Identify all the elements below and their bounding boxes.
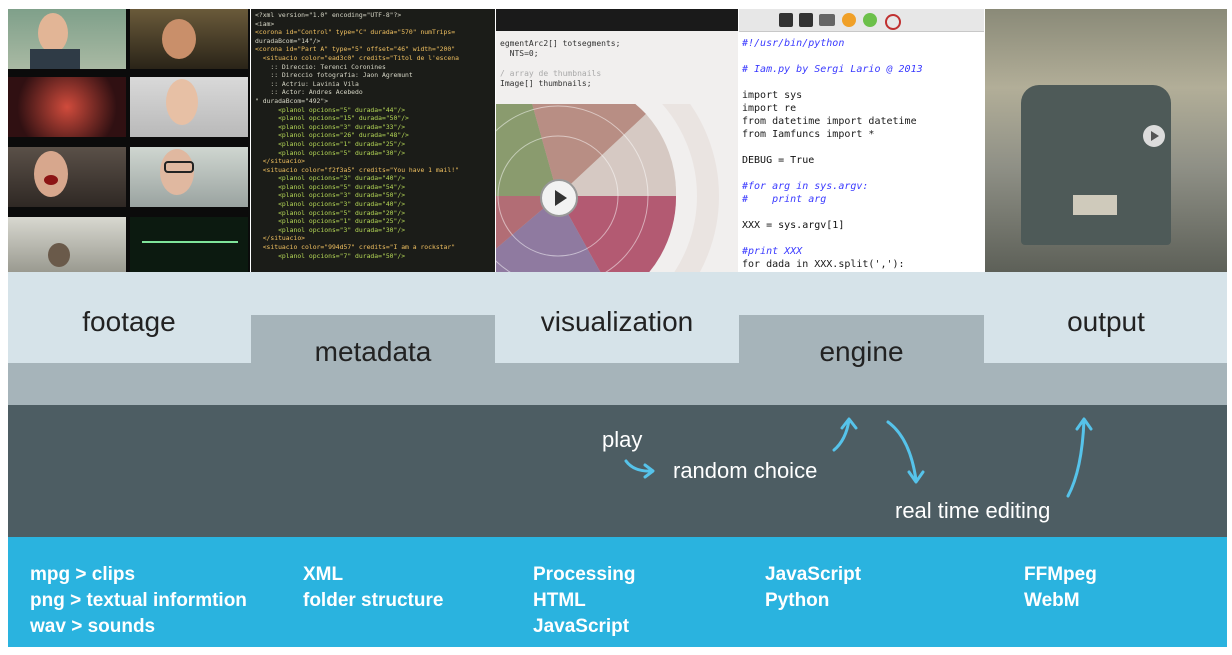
tech-visualization: Processing HTML JavaScript — [533, 562, 635, 640]
tech-item: wav > sounds — [30, 616, 156, 637]
tech-item: FFMpeg — [1024, 564, 1097, 585]
tech-item: HTML — [533, 590, 586, 611]
tech-item: Python — [765, 590, 830, 611]
tech-item: png > textual informtion — [30, 590, 247, 611]
arrow-icon — [832, 418, 851, 452]
tech-item: JavaScript — [533, 616, 630, 637]
tech-engine: JavaScript Python — [765, 562, 861, 614]
tech-item: JavaScript — [765, 564, 862, 585]
tech-item: XML — [303, 564, 344, 585]
flow-arrows — [624, 417, 1093, 498]
tech-item: WebM — [1024, 590, 1080, 611]
arrow-icon — [886, 420, 918, 482]
tech-footage: mpg > clips png > textual informtion wav… — [30, 562, 247, 640]
tech-metadata: XML folder structure — [303, 562, 443, 614]
tech-item: folder structure — [303, 590, 444, 611]
tech-item: Processing — [533, 564, 636, 585]
tech-output: FFMpeg WebM — [1024, 562, 1097, 614]
tech-item: mpg > clips — [30, 564, 136, 585]
arrow-icon — [1066, 418, 1086, 498]
